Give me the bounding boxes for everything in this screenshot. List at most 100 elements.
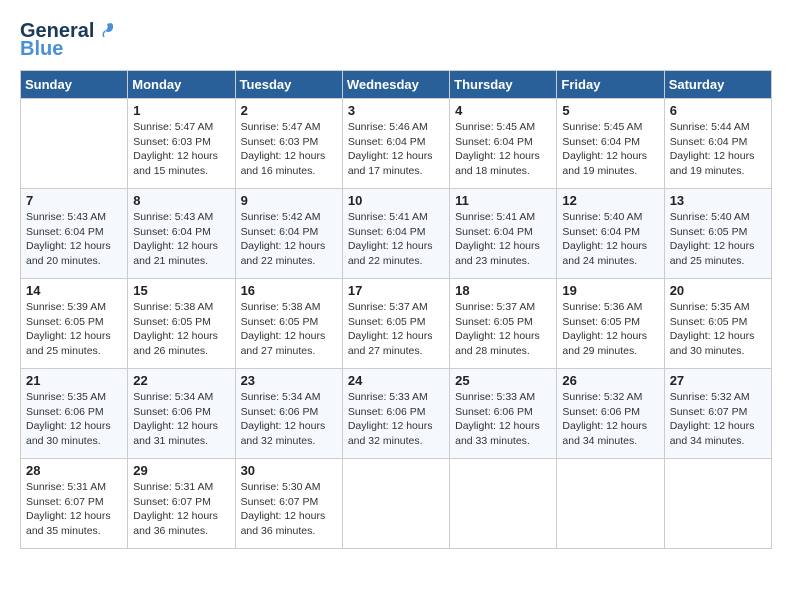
day-info: Sunrise: 5:46 AM Sunset: 6:04 PM Dayligh…	[348, 120, 444, 179]
calendar-cell: 16 Sunrise: 5:38 AM Sunset: 6:05 PM Dayli…	[235, 279, 342, 369]
day-info: Sunrise: 5:45 AM Sunset: 6:04 PM Dayligh…	[562, 120, 658, 179]
calendar-cell: 20 Sunrise: 5:35 AM Sunset: 6:05 PM Dayli…	[664, 279, 771, 369]
day-info: Sunrise: 5:31 AM Sunset: 6:07 PM Dayligh…	[133, 480, 229, 539]
logo-blue: Blue	[20, 38, 118, 60]
calendar-cell	[557, 459, 664, 549]
day-number: 4	[455, 103, 551, 118]
day-info: Sunrise: 5:31 AM Sunset: 6:07 PM Dayligh…	[26, 480, 122, 539]
day-number: 21	[26, 373, 122, 388]
day-header-saturday: Saturday	[664, 71, 771, 99]
calendar-week-4: 21 Sunrise: 5:35 AM Sunset: 6:06 PM Dayli…	[21, 369, 772, 459]
day-info: Sunrise: 5:36 AM Sunset: 6:05 PM Dayligh…	[562, 300, 658, 359]
calendar-cell: 17 Sunrise: 5:37 AM Sunset: 6:05 PM Dayli…	[342, 279, 449, 369]
calendar-week-2: 7 Sunrise: 5:43 AM Sunset: 6:04 PM Daylig…	[21, 189, 772, 279]
day-info: Sunrise: 5:38 AM Sunset: 6:05 PM Dayligh…	[241, 300, 337, 359]
day-info: Sunrise: 5:38 AM Sunset: 6:05 PM Dayligh…	[133, 300, 229, 359]
calendar-cell	[342, 459, 449, 549]
calendar-cell: 25Sunrise: 5:33 AM Sunset: 6:06 PM Dayli…	[450, 369, 557, 459]
day-header-wednesday: Wednesday	[342, 71, 449, 99]
calendar-cell: 28 Sunrise: 5:31 AM Sunset: 6:07 PM Dayli…	[21, 459, 128, 549]
day-info: Sunrise: 5:34 AM Sunset: 6:06 PM Dayligh…	[241, 390, 337, 449]
calendar-cell: 7 Sunrise: 5:43 AM Sunset: 6:04 PM Daylig…	[21, 189, 128, 279]
day-info: Sunrise: 5:42 AM Sunset: 6:04 PM Dayligh…	[241, 210, 337, 269]
calendar-cell: 12 Sunrise: 5:40 AM Sunset: 6:04 PM Dayli…	[557, 189, 664, 279]
day-number: 13	[670, 193, 766, 208]
day-info: Sunrise: 5:30 AM Sunset: 6:07 PM Dayligh…	[241, 480, 337, 539]
calendar-cell: 23 Sunrise: 5:34 AM Sunset: 6:06 PM Dayli…	[235, 369, 342, 459]
day-number: 19	[562, 283, 658, 298]
calendar-cell: 3 Sunrise: 5:46 AM Sunset: 6:04 PM Daylig…	[342, 99, 449, 189]
day-number: 28	[26, 463, 122, 478]
page-header: General Blue	[20, 20, 772, 60]
day-number: 24	[348, 373, 444, 388]
logo: General Blue	[20, 20, 118, 60]
day-number: 10	[348, 193, 444, 208]
calendar-cell: 9Sunrise: 5:42 AM Sunset: 6:04 PM Daylig…	[235, 189, 342, 279]
day-info: Sunrise: 5:40 AM Sunset: 6:05 PM Dayligh…	[670, 210, 766, 269]
day-number: 7	[26, 193, 122, 208]
day-info: Sunrise: 5:41 AM Sunset: 6:04 PM Dayligh…	[348, 210, 444, 269]
day-header-sunday: Sunday	[21, 71, 128, 99]
day-number: 5	[562, 103, 658, 118]
day-number: 1	[133, 103, 229, 118]
day-info: Sunrise: 5:43 AM Sunset: 6:04 PM Dayligh…	[26, 210, 122, 269]
day-number: 16	[241, 283, 337, 298]
day-number: 2	[241, 103, 337, 118]
day-header-tuesday: Tuesday	[235, 71, 342, 99]
day-number: 17	[348, 283, 444, 298]
day-number: 8	[133, 193, 229, 208]
day-header-friday: Friday	[557, 71, 664, 99]
day-number: 25	[455, 373, 551, 388]
calendar-cell	[664, 459, 771, 549]
calendar-cell: 24 Sunrise: 5:33 AM Sunset: 6:06 PM Dayli…	[342, 369, 449, 459]
calendar-cell: 13 Sunrise: 5:40 AM Sunset: 6:05 PM Dayli…	[664, 189, 771, 279]
day-info: Sunrise: 5:41 AM Sunset: 6:04 PM Dayligh…	[455, 210, 551, 269]
day-number: 6	[670, 103, 766, 118]
calendar-cell: 19 Sunrise: 5:36 AM Sunset: 6:05 PM Dayli…	[557, 279, 664, 369]
day-info: Sunrise: 5:40 AM Sunset: 6:04 PM Dayligh…	[562, 210, 658, 269]
day-number: 29	[133, 463, 229, 478]
day-info: Sunrise: 5:35 AM Sunset: 6:06 PM Dayligh…	[26, 390, 122, 449]
day-number: 12	[562, 193, 658, 208]
day-info: Sunrise: 5:32 AM Sunset: 6:06 PM Dayligh…	[562, 390, 658, 449]
calendar-cell: 18Sunrise: 5:37 AM Sunset: 6:05 PM Dayli…	[450, 279, 557, 369]
calendar-header-row: SundayMondayTuesdayWednesdayThursdayFrid…	[21, 71, 772, 99]
day-info: Sunrise: 5:45 AM Sunset: 6:04 PM Dayligh…	[455, 120, 551, 179]
day-info: Sunrise: 5:43 AM Sunset: 6:04 PM Dayligh…	[133, 210, 229, 269]
day-info: Sunrise: 5:35 AM Sunset: 6:05 PM Dayligh…	[670, 300, 766, 359]
calendar-cell: 29 Sunrise: 5:31 AM Sunset: 6:07 PM Dayli…	[128, 459, 235, 549]
day-number: 20	[670, 283, 766, 298]
calendar-week-1: 1 Sunrise: 5:47 AM Sunset: 6:03 PM Daylig…	[21, 99, 772, 189]
calendar-cell: 2 Sunrise: 5:47 AM Sunset: 6:03 PM Daylig…	[235, 99, 342, 189]
day-info: Sunrise: 5:47 AM Sunset: 6:03 PM Dayligh…	[133, 120, 229, 179]
calendar-week-3: 14 Sunrise: 5:39 AM Sunset: 6:05 PM Dayli…	[21, 279, 772, 369]
calendar-cell	[21, 99, 128, 189]
day-info: Sunrise: 5:47 AM Sunset: 6:03 PM Dayligh…	[241, 120, 337, 179]
day-info: Sunrise: 5:37 AM Sunset: 6:05 PM Dayligh…	[348, 300, 444, 359]
day-number: 23	[241, 373, 337, 388]
day-number: 11	[455, 193, 551, 208]
calendar-cell: 26Sunrise: 5:32 AM Sunset: 6:06 PM Dayli…	[557, 369, 664, 459]
day-number: 22	[133, 373, 229, 388]
day-info: Sunrise: 5:33 AM Sunset: 6:06 PM Dayligh…	[348, 390, 444, 449]
day-info: Sunrise: 5:37 AM Sunset: 6:05 PM Dayligh…	[455, 300, 551, 359]
day-info: Sunrise: 5:34 AM Sunset: 6:06 PM Dayligh…	[133, 390, 229, 449]
calendar-cell: 11 Sunrise: 5:41 AM Sunset: 6:04 PM Dayli…	[450, 189, 557, 279]
calendar-week-5: 28 Sunrise: 5:31 AM Sunset: 6:07 PM Dayli…	[21, 459, 772, 549]
calendar-cell: 14 Sunrise: 5:39 AM Sunset: 6:05 PM Dayli…	[21, 279, 128, 369]
calendar-cell: 4 Sunrise: 5:45 AM Sunset: 6:04 PM Daylig…	[450, 99, 557, 189]
calendar-cell: 21 Sunrise: 5:35 AM Sunset: 6:06 PM Dayli…	[21, 369, 128, 459]
day-number: 27	[670, 373, 766, 388]
calendar-table: SundayMondayTuesdayWednesdayThursdayFrid…	[20, 70, 772, 549]
day-header-thursday: Thursday	[450, 71, 557, 99]
calendar-cell: 1 Sunrise: 5:47 AM Sunset: 6:03 PM Daylig…	[128, 99, 235, 189]
day-number: 30	[241, 463, 337, 478]
day-number: 14	[26, 283, 122, 298]
day-info: Sunrise: 5:32 AM Sunset: 6:07 PM Dayligh…	[670, 390, 766, 449]
calendar-cell: 10 Sunrise: 5:41 AM Sunset: 6:04 PM Dayli…	[342, 189, 449, 279]
day-number: 3	[348, 103, 444, 118]
calendar-cell: 6Sunrise: 5:44 AM Sunset: 6:04 PM Daylig…	[664, 99, 771, 189]
day-number: 15	[133, 283, 229, 298]
day-info: Sunrise: 5:39 AM Sunset: 6:05 PM Dayligh…	[26, 300, 122, 359]
calendar-cell: 15 Sunrise: 5:38 AM Sunset: 6:05 PM Dayli…	[128, 279, 235, 369]
